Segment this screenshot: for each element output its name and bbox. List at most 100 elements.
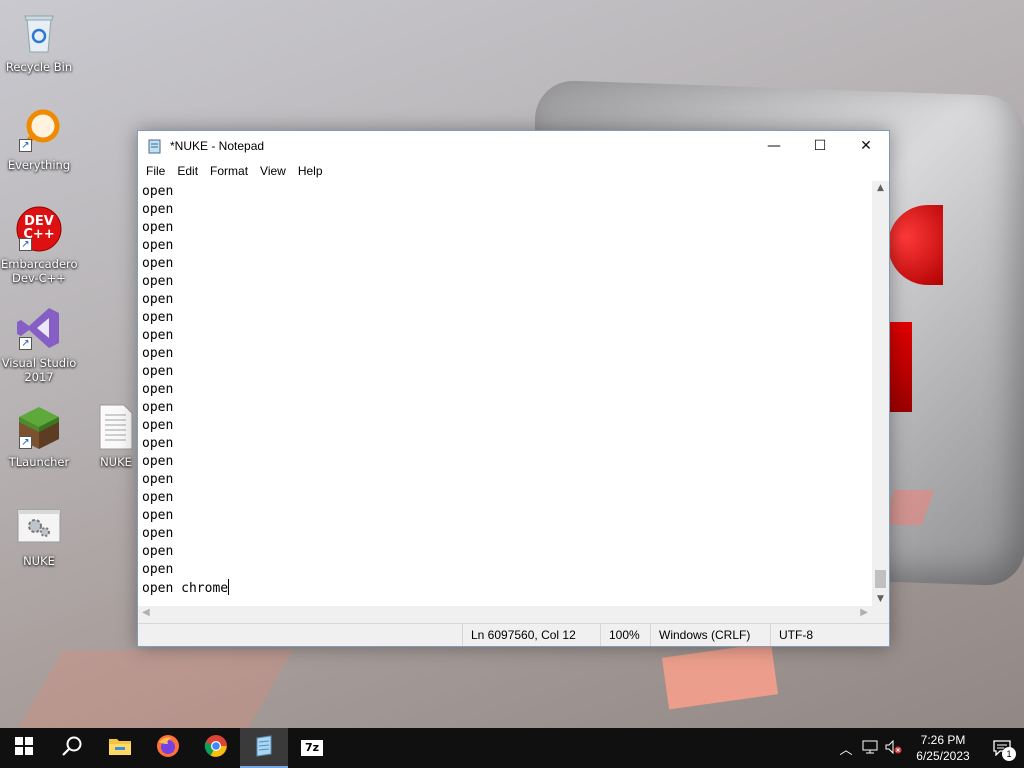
status-line-ending: Windows (CRLF) — [650, 624, 770, 646]
menu-edit[interactable]: Edit — [171, 164, 204, 178]
desktop-icon-label: NUKE — [23, 554, 55, 568]
start-button[interactable] — [0, 728, 48, 768]
horizontal-scrollbar[interactable]: ◀ ▶ — [138, 606, 872, 623]
taskbar-chrome[interactable] — [192, 728, 240, 768]
text-line: open — [142, 454, 174, 469]
text-line: open — [142, 490, 174, 505]
taskbar-notepad[interactable] — [240, 728, 288, 768]
desktop-icon-everything[interactable]: ↗ Everything — [1, 106, 77, 172]
text-caret — [228, 579, 230, 595]
menu-format[interactable]: Format — [204, 164, 254, 178]
start-icon — [15, 737, 33, 759]
scroll-right-icon[interactable]: ▶ — [860, 607, 868, 618]
wallpaper-pink-shape — [16, 650, 294, 730]
text-line: open — [142, 328, 174, 343]
desktop-icon-label: Embarcadero Dev-C++ — [1, 257, 78, 285]
text-line: open — [142, 508, 174, 523]
text-line: open — [142, 274, 174, 289]
file-explorer-icon — [108, 736, 132, 760]
shortcut-arrow-icon: ↗ — [19, 337, 32, 350]
desktop-icon-label: Everything — [7, 158, 71, 172]
wallpaper-pink-shape — [661, 642, 779, 710]
text-line: open — [142, 418, 174, 433]
notification-count-badge: 1 — [1002, 747, 1016, 761]
visual-studio-icon: ↗ — [15, 304, 63, 352]
desktop-icon-label: TLauncher — [8, 455, 70, 469]
text-line: open — [142, 544, 174, 559]
menu-bar: File Edit Format View Help — [138, 161, 889, 181]
scrollbar-corner — [872, 606, 889, 623]
scrollbar-thumb[interactable] — [875, 570, 886, 588]
7zip-icon: 7z — [301, 740, 323, 756]
text-line: open — [142, 346, 174, 361]
devcpp-icon: DEV C++ ↗ — [15, 205, 63, 253]
taskbar-firefox[interactable] — [144, 728, 192, 768]
menu-help[interactable]: Help — [292, 164, 329, 178]
search-magnifier-icon: ↗ — [15, 106, 63, 154]
desktop-icon-recycle-bin[interactable]: Recycle Bin — [1, 8, 77, 74]
text-editor[interactable]: open open open open open open open open open open… — [138, 181, 872, 606]
notepad-window[interactable]: *NUKE - Notepad — ☐ ✕ File Edit Format V… — [137, 130, 890, 647]
shortcut-arrow-icon: ↗ — [19, 238, 32, 251]
text-line: open — [142, 310, 174, 325]
menu-view[interactable]: View — [254, 164, 292, 178]
firefox-icon — [156, 734, 180, 762]
desktop-icon-nuke-batch[interactable]: NUKE — [1, 502, 77, 568]
text-line: open — [142, 238, 174, 253]
scroll-up-icon[interactable]: ▲ — [872, 183, 889, 193]
desktop-icon-visual-studio[interactable]: ↗ Visual Studio 2017 — [1, 304, 77, 384]
text-line: open — [142, 382, 174, 397]
text-line: open — [142, 292, 174, 307]
shortcut-arrow-icon: ↗ — [19, 139, 32, 152]
status-cursor-position: Ln 6097560, Col 12 — [462, 624, 600, 646]
text-line: open — [142, 202, 174, 217]
scroll-down-icon[interactable]: ▼ — [872, 594, 889, 604]
minecraft-block-icon: ↗ — [15, 403, 63, 451]
menu-file[interactable]: File — [140, 164, 171, 178]
status-bar: Ln 6097560, Col 12 100% Windows (CRLF) U… — [138, 623, 889, 646]
notification-center-button[interactable]: 1 — [980, 728, 1024, 768]
clock-date: 6/25/2023 — [916, 749, 970, 763]
window-title: *NUKE - Notepad — [170, 139, 265, 153]
network-icon[interactable] — [858, 740, 882, 757]
desktop-icon-label: Visual Studio 2017 — [1, 356, 77, 384]
taskbar-file-explorer[interactable] — [96, 728, 144, 768]
notepad-icon — [147, 138, 163, 154]
chevron-up-icon[interactable]: ︿ — [834, 739, 858, 758]
desktop-icon-tlauncher[interactable]: ↗ TLauncher — [1, 403, 77, 469]
notepad-icon — [253, 735, 275, 761]
text-line: open — [142, 436, 174, 451]
volume-muted-icon[interactable] — [882, 739, 906, 757]
text-line: open — [142, 562, 174, 577]
system-tray: ︿ 7:26 PM 6/25/2023 1 — [834, 728, 1024, 768]
text-line-current: open chrome — [142, 579, 872, 597]
vertical-scrollbar[interactable]: ▲ ▼ — [872, 181, 889, 606]
taskbar: 7z ︿ 7:26 PM 6/25/2023 1 — [0, 728, 1024, 768]
wallpaper-red-bar — [888, 322, 912, 412]
text-line: open — [142, 184, 174, 199]
text-line: open — [142, 526, 174, 541]
taskbar-7zip[interactable]: 7z — [288, 728, 336, 768]
taskbar-clock[interactable]: 7:26 PM 6/25/2023 — [906, 732, 980, 764]
status-zoom: 100% — [600, 624, 650, 646]
desktop-icon-devcpp[interactable]: DEV C++ ↗ Embarcadero Dev-C++ — [1, 205, 78, 285]
desktop-icon-label: Recycle Bin — [5, 60, 73, 74]
maximize-button[interactable]: ☐ — [797, 131, 843, 161]
taskbar-search-button[interactable] — [48, 728, 96, 768]
text-line: open — [142, 256, 174, 271]
text-line: open — [142, 220, 174, 235]
shortcut-arrow-icon: ↗ — [19, 436, 32, 449]
recycle-bin-icon — [15, 8, 63, 56]
search-icon — [61, 735, 83, 761]
title-bar[interactable]: *NUKE - Notepad — ☐ ✕ — [138, 131, 889, 161]
chrome-icon — [204, 734, 228, 762]
scroll-left-icon[interactable]: ◀ — [142, 607, 150, 618]
minimize-button[interactable]: — — [751, 131, 797, 161]
close-button[interactable]: ✕ — [843, 131, 889, 161]
batch-file-gear-icon — [15, 502, 63, 550]
text-line: open — [142, 472, 174, 487]
text-line: open — [142, 364, 174, 379]
current-line-text: open chrome — [142, 581, 229, 596]
text-file-icon — [92, 403, 140, 451]
text-line: open — [142, 400, 174, 415]
